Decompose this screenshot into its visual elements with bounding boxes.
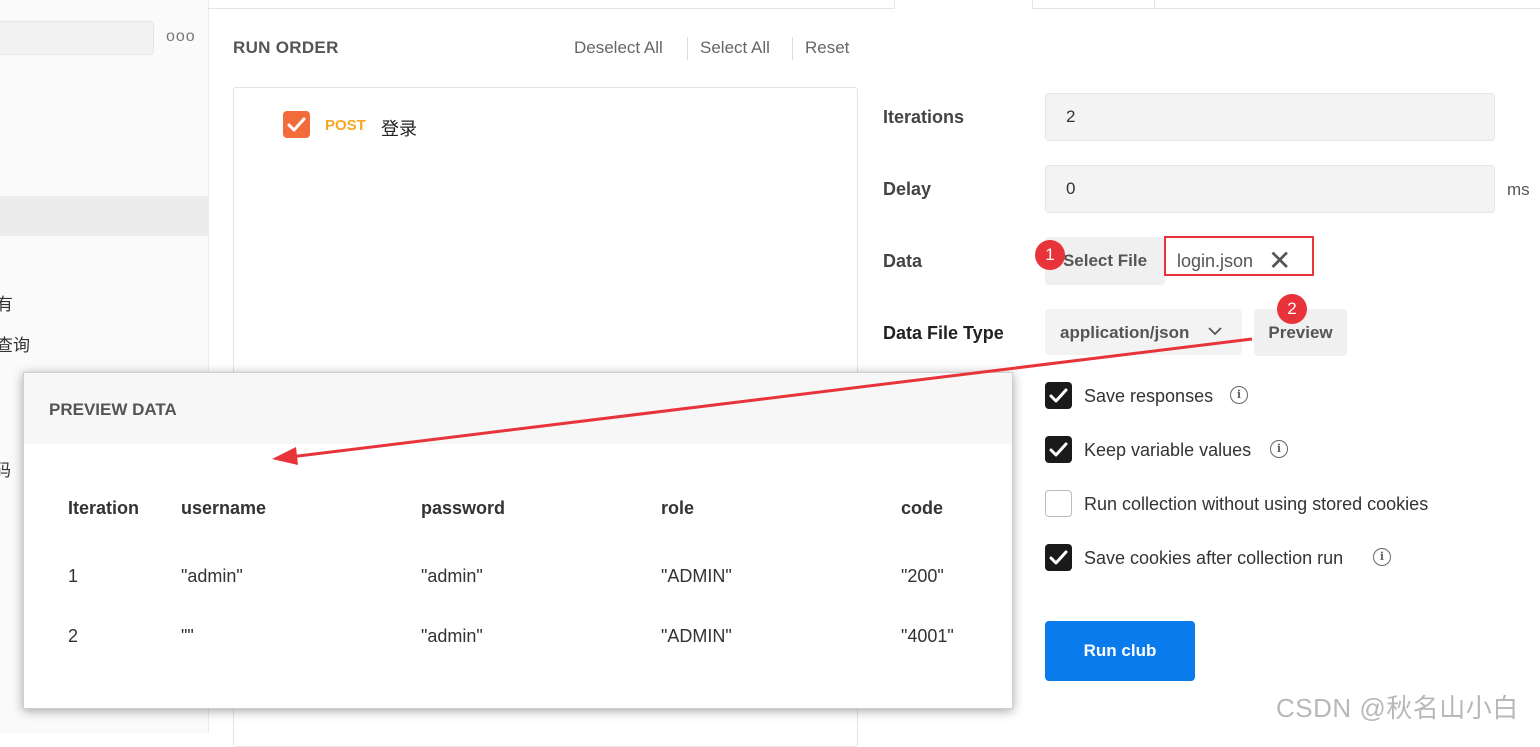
tab-strip-divider (208, 8, 894, 9)
deselect-all-button[interactable]: Deselect All (574, 38, 663, 58)
save-cookies-checkbox[interactable] (1045, 544, 1072, 571)
data-label: Data (883, 251, 923, 271)
sidebar-item-3[interactable]: 码 (0, 456, 11, 481)
info-icon[interactable]: i (1270, 440, 1288, 458)
table-cell: "ADMIN" (661, 566, 732, 586)
data-file-type-value: application/json (1060, 323, 1190, 342)
table-cell: "admin" (421, 626, 483, 646)
request-checkbox[interactable] (283, 111, 310, 138)
delay-input[interactable]: 0 (1045, 165, 1495, 213)
request-name: 登录 (381, 119, 417, 139)
table-cell: "" (181, 626, 194, 646)
save-responses-checkbox[interactable] (1045, 382, 1072, 409)
checkmark-icon (1049, 442, 1068, 457)
column-header-code: code (901, 498, 944, 518)
data-file-type-label: Data File Type (883, 323, 1004, 343)
table-cell: "ADMIN" (661, 626, 732, 646)
delay-label: Delay (883, 179, 932, 199)
column-header-password: password (421, 498, 506, 518)
sidebar-active-item[interactable] (0, 196, 208, 236)
info-icon[interactable]: i (1230, 386, 1248, 404)
column-header-role: role (661, 498, 695, 518)
table-cell: "4001" (901, 626, 954, 646)
divider (687, 37, 688, 60)
table-cell: "200" (901, 566, 944, 586)
sidebar-item-1[interactable]: 有 (0, 290, 13, 315)
more-options-icon[interactable]: ooo (166, 28, 196, 46)
chevron-down-icon (1208, 327, 1222, 336)
table-cell: "admin" (421, 566, 483, 586)
keep-variable-values-checkbox[interactable] (1045, 436, 1072, 463)
iterations-label: Iterations (883, 107, 965, 127)
run-without-cookies-checkbox[interactable] (1045, 490, 1072, 517)
delay-unit: ms (1507, 180, 1530, 199)
checkmark-icon (1049, 388, 1068, 403)
save-responses-label: Save responses (1084, 386, 1214, 406)
select-all-button[interactable]: Select All (700, 38, 770, 58)
sidebar-search-input[interactable] (0, 21, 154, 55)
divider (792, 37, 793, 60)
run-without-cookies-label: Run collection without using stored cook… (1084, 494, 1429, 514)
table-cell: 1 (68, 566, 79, 586)
modal-title: PREVIEW DATA (49, 400, 177, 419)
column-header-iteration: Iteration (68, 498, 140, 518)
tab-separator (894, 0, 895, 9)
annotation-badge-1: 1 (1035, 240, 1065, 270)
watermark: CSDN @秋名山小白 (1276, 693, 1519, 723)
request-method: POST (325, 117, 366, 134)
checkmark-icon (1049, 550, 1068, 565)
preview-data-modal: PREVIEW DATA Iteration username password… (23, 372, 1013, 709)
reset-button[interactable]: Reset (805, 38, 849, 58)
keep-variable-values-label: Keep variable values (1084, 440, 1252, 460)
selected-file-name: login.json (1177, 251, 1254, 271)
column-header-username: username (181, 498, 267, 518)
table-cell: 2 (68, 626, 79, 646)
checkmark-icon (287, 117, 306, 132)
iterations-input[interactable]: 2 (1045, 93, 1495, 141)
annotation-badge-2: 2 (1277, 294, 1307, 324)
table-cell: "admin" (181, 566, 243, 586)
run-order-title: RUN ORDER (233, 38, 339, 57)
remove-file-icon[interactable]: ✕ (1268, 247, 1291, 275)
tab-strip-divider (1032, 8, 1540, 9)
sidebar-item-2[interactable]: 查询 (0, 331, 30, 356)
info-icon[interactable]: i (1373, 548, 1391, 566)
save-cookies-label: Save cookies after collection run (1084, 548, 1344, 568)
run-collection-button[interactable]: Run club (1045, 621, 1195, 681)
